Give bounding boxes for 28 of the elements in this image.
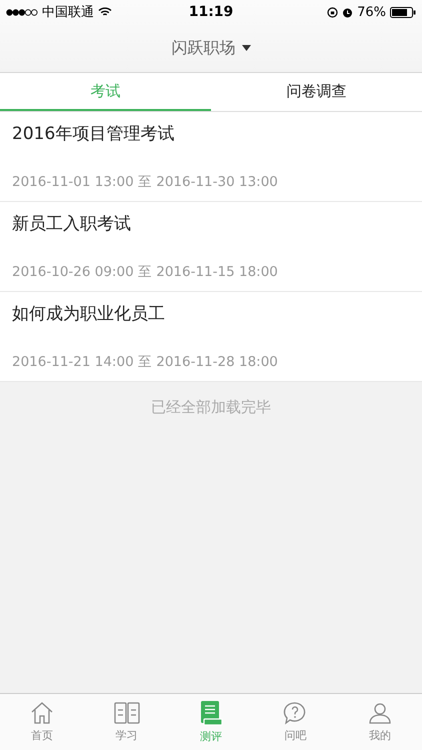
loaded-all-message: 已经全部加载完毕	[151, 398, 271, 417]
tab-bar-item[interactable]: 测评	[168, 694, 254, 750]
carrier-name: 中国联通	[42, 4, 94, 21]
exam-period: 2016-11-01 13:00 至 2016-11-30 13:00	[12, 173, 278, 191]
tab-bar-item[interactable]: 我的	[338, 694, 422, 750]
exam-period: 2016-10-26 09:00 至 2016-11-15 18:00	[12, 263, 278, 281]
rotation-lock-icon	[327, 6, 338, 18]
alarm-icon	[342, 6, 354, 18]
tab-bar-item[interactable]: 问吧	[253, 694, 338, 750]
status-time: 11:19	[188, 4, 234, 20]
tab[interactable]: 问卷调查	[211, 73, 422, 111]
home-icon	[30, 701, 54, 725]
exam-title[interactable]: 2016年项目管理考试	[12, 122, 174, 145]
signal-icon	[6, 8, 38, 16]
question-bubble-icon	[283, 701, 308, 725]
exam-title[interactable]: 新员工入职考试	[12, 212, 131, 235]
document-icon	[199, 700, 224, 726]
exam-title[interactable]: 如何成为职业化员工	[12, 302, 165, 325]
caret-icon	[242, 45, 250, 51]
tab-bar-item[interactable]: 学习	[84, 694, 169, 750]
exam-period: 2016-11-21 14:00 至 2016-11-28 18:00	[12, 353, 278, 371]
book-icon	[114, 701, 140, 725]
organization-dropdown[interactable]: 闪跃职场	[168, 34, 254, 62]
wifi-icon	[98, 7, 112, 17]
battery-icon	[390, 6, 416, 18]
person-icon	[368, 701, 392, 725]
battery-percent: 76%	[357, 4, 386, 20]
tab-bar-item[interactable]: 首页	[0, 694, 84, 750]
